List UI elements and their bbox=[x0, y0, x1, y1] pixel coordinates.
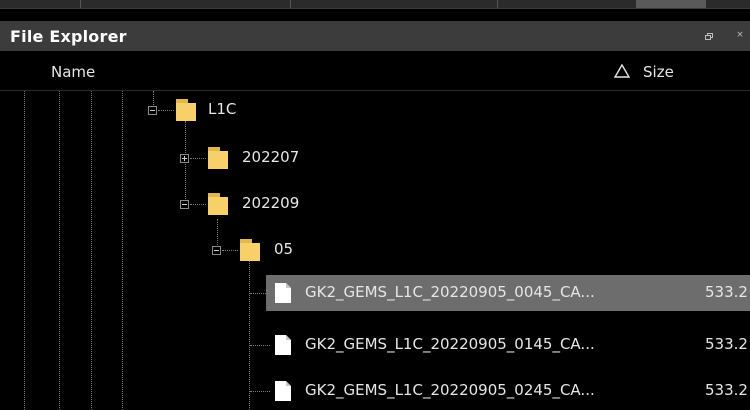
folder-label: 202207 bbox=[242, 148, 300, 166]
upper-panel-edge bbox=[0, 0, 750, 9]
file-explorer-title-bar[interactable]: File Explorer × bbox=[0, 21, 750, 51]
file-size: 533.2 bbox=[705, 335, 748, 353]
collapse-icon[interactable] bbox=[180, 200, 189, 209]
sort-ascending-icon[interactable] bbox=[614, 64, 630, 78]
tree-item-file[interactable]: GK2_GEMS_L1C_20220905_0045_CA... 533.2 bbox=[0, 275, 750, 311]
scrollbar-thumb[interactable] bbox=[636, 0, 706, 8]
tree-item-folder[interactable]: L1C bbox=[0, 93, 750, 129]
restore-button[interactable] bbox=[701, 28, 715, 42]
file-icon bbox=[275, 335, 291, 355]
tree-item-folder[interactable]: 202207 bbox=[0, 141, 750, 177]
column-divider bbox=[497, 0, 498, 8]
file-icon bbox=[275, 381, 291, 401]
tree-item-file[interactable]: GK2_GEMS_L1C_20220905_0145_CA... 533.2 bbox=[0, 327, 750, 363]
folder-label: L1C bbox=[208, 100, 237, 118]
folder-icon bbox=[240, 239, 260, 261]
file-tree[interactable]: L1C 202207 202209 05 GK2_GEMS_L1C_202209… bbox=[0, 91, 750, 410]
column-divider bbox=[80, 0, 81, 8]
restore-icon bbox=[705, 33, 713, 40]
close-button[interactable]: × bbox=[733, 28, 747, 42]
panel-title: File Explorer bbox=[10, 27, 127, 46]
tree-item-folder[interactable]: 05 bbox=[0, 233, 750, 269]
tree-item-file[interactable]: GK2_GEMS_L1C_20220905_0245_CA... 533.2 bbox=[0, 373, 750, 409]
file-icon bbox=[275, 283, 291, 303]
file-size: 533.2 bbox=[705, 283, 748, 301]
folder-label: 05 bbox=[274, 240, 294, 258]
file-size: 533.2 bbox=[705, 381, 748, 399]
tree-connector bbox=[222, 250, 238, 251]
expand-icon[interactable] bbox=[180, 154, 189, 163]
column-divider bbox=[290, 0, 291, 8]
collapse-icon[interactable] bbox=[148, 106, 157, 115]
file-name: GK2_GEMS_L1C_20220905_0145_CA... bbox=[305, 335, 595, 353]
folder-icon bbox=[176, 99, 196, 121]
folder-label: 202209 bbox=[242, 194, 300, 212]
file-name: GK2_GEMS_L1C_20220905_0245_CA... bbox=[305, 381, 595, 399]
tree-connector bbox=[250, 293, 270, 294]
tree-item-folder[interactable]: 202209 bbox=[0, 187, 750, 223]
column-header: Name Size bbox=[0, 52, 750, 90]
folder-icon bbox=[208, 193, 228, 215]
file-name: GK2_GEMS_L1C_20220905_0045_CA... bbox=[305, 283, 595, 301]
size-column-header[interactable]: Size bbox=[643, 63, 674, 81]
name-column-header[interactable]: Name bbox=[51, 63, 95, 81]
tree-connector bbox=[250, 345, 270, 346]
tree-connector bbox=[190, 158, 206, 159]
tree-connector bbox=[250, 391, 270, 392]
collapse-icon[interactable] bbox=[212, 246, 221, 255]
tree-connector bbox=[190, 204, 206, 205]
tree-connector bbox=[158, 110, 174, 111]
folder-icon bbox=[208, 147, 228, 169]
